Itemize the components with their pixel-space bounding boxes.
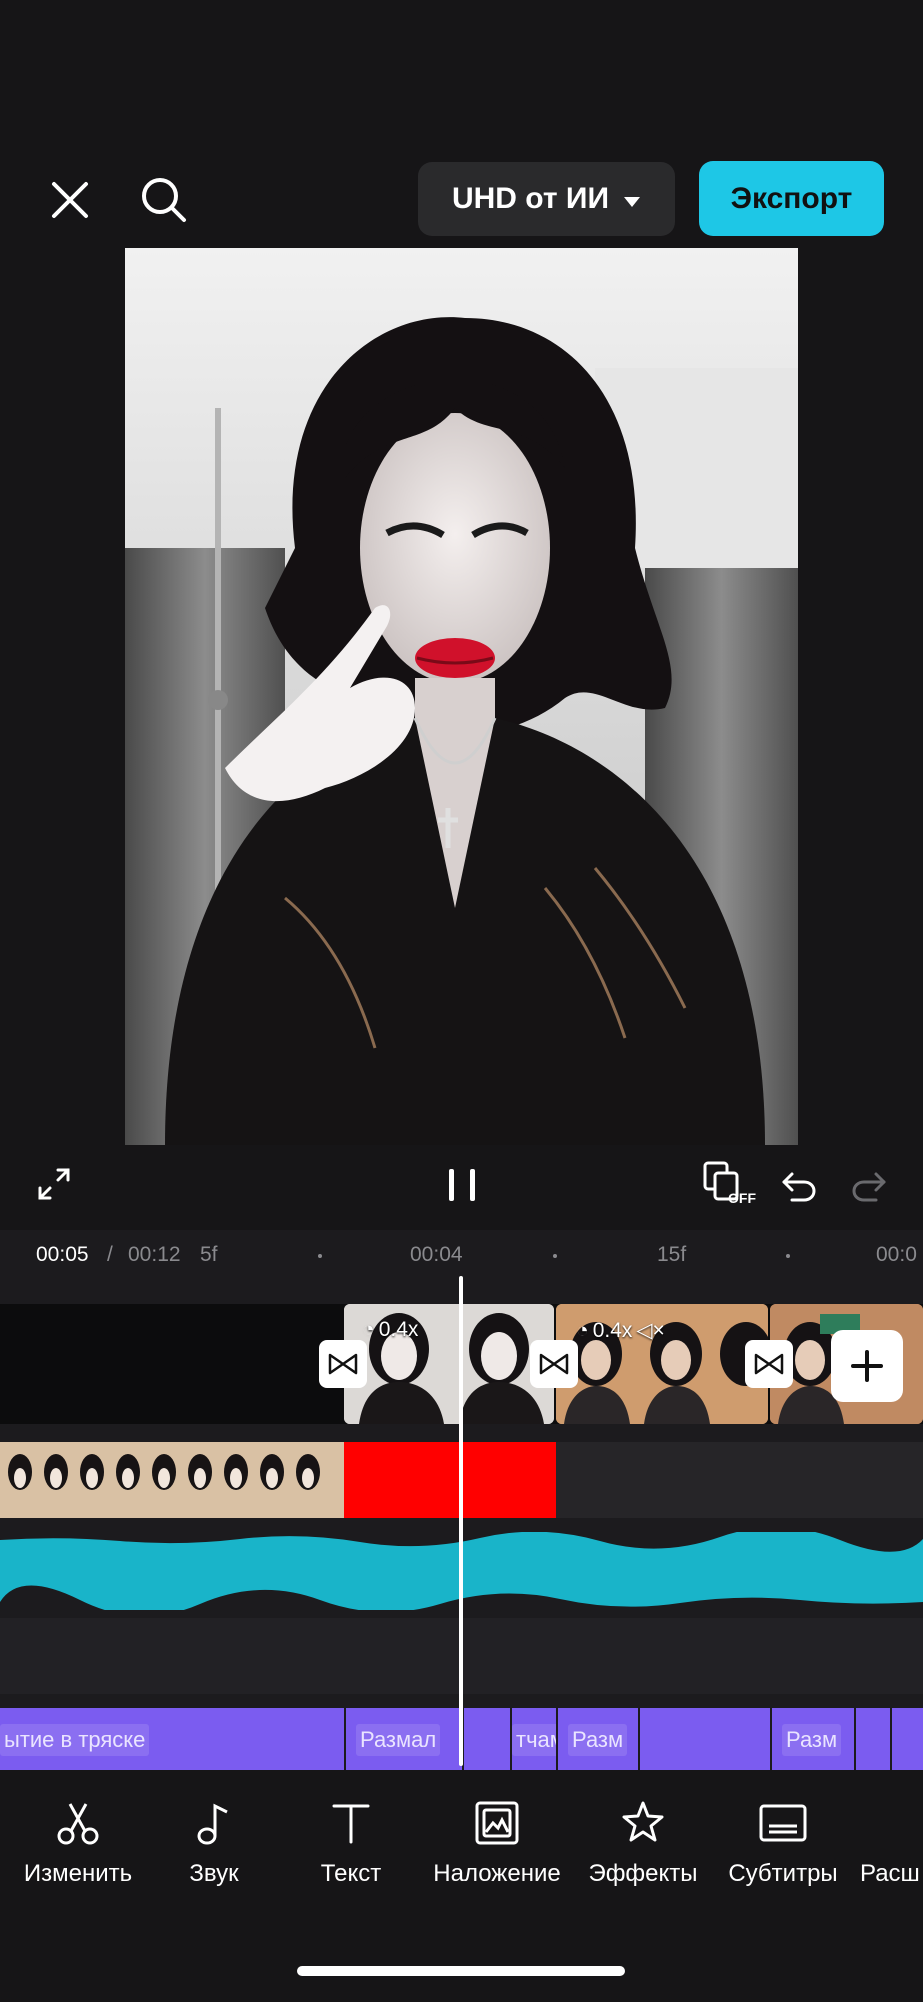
effect-label: ытие в тряске	[0, 1724, 150, 1756]
resolution-dropdown[interactable]: UHD от ИИ	[418, 162, 675, 236]
overlay-clip[interactable]	[0, 1442, 344, 1518]
effect-clip[interactable]	[854, 1708, 890, 1770]
text-icon	[332, 1804, 370, 1844]
search-icon[interactable]	[132, 168, 196, 232]
export-button[interactable]: Экспорт	[699, 161, 884, 236]
caret-down-icon	[623, 182, 641, 216]
ruler-tick: 00:0	[876, 1243, 917, 1266]
keyframe-off-icon[interactable]: OFF	[700, 1158, 756, 1210]
preview-frame-image	[125, 248, 798, 1145]
effect-label: Размал	[356, 1724, 441, 1756]
transition-icon[interactable]	[745, 1340, 793, 1388]
close-icon[interactable]	[40, 170, 100, 230]
keyframe-off-badge: OFF	[728, 1190, 756, 1206]
effect-clip[interactable]	[890, 1708, 923, 1770]
clip-speed-badge: ◔ 0.4x ◁×	[576, 1318, 665, 1343]
effect-clip[interactable]	[638, 1708, 770, 1770]
plus-icon	[851, 1350, 883, 1382]
effect-label: Разм	[782, 1724, 842, 1756]
timeline-ruler[interactable]: 00:05 / 00:12 5f 00:04 15f 00:0	[0, 1230, 923, 1280]
resolution-label: UHD от ИИ	[451, 182, 610, 215]
overlay-icon	[475, 1801, 519, 1845]
time-separator: /	[107, 1243, 113, 1266]
effect-clip[interactable]	[462, 1708, 510, 1770]
playhead[interactable]	[459, 1276, 463, 1766]
pause-icon[interactable]	[440, 1160, 484, 1210]
ruler-tick: 00:04	[410, 1243, 463, 1266]
effect-clip[interactable]: тчам	[510, 1708, 556, 1770]
tool-effects[interactable]: Эффекты	[573, 1798, 713, 1888]
overlay-thumbnail	[0, 1442, 344, 1518]
subtitles-icon	[759, 1804, 807, 1842]
tool-label: Звук	[189, 1860, 239, 1887]
clip-speed-label: 0.4x	[592, 1318, 633, 1342]
tool-overlay[interactable]: Наложение	[427, 1798, 567, 1888]
scissors-icon	[57, 1803, 99, 1845]
video-clip[interactable]: ◔ 0.4x	[344, 1304, 554, 1424]
home-indicator	[297, 1966, 625, 1976]
add-clip-button[interactable]	[831, 1330, 903, 1402]
tool-label: Эффекты	[588, 1860, 698, 1887]
tool-subtitles[interactable]: Субтитры	[713, 1798, 853, 1888]
current-time: 00:05	[36, 1243, 89, 1266]
ruler-tick: 5f	[200, 1243, 218, 1266]
speed-icon: ◔	[362, 1318, 375, 1341]
ruler-tick: 15f	[657, 1243, 687, 1266]
total-time: 00:12	[128, 1243, 181, 1266]
video-preview[interactable]	[125, 248, 798, 1145]
effect-clip[interactable]: Разм	[770, 1708, 854, 1770]
speed-icon: ◔	[576, 1318, 589, 1342]
tool-label: Субтитры	[728, 1860, 838, 1887]
expand-icon[interactable]	[30, 1160, 78, 1208]
red-overlay-clip[interactable]	[344, 1442, 556, 1518]
transition-icon[interactable]	[319, 1340, 367, 1388]
video-clip[interactable]: ◔ 0.4x ◁×	[556, 1304, 768, 1424]
tool-text[interactable]: Текст	[281, 1798, 421, 1888]
redo-icon[interactable]	[846, 1162, 892, 1208]
tool-label: Расш	[860, 1860, 920, 1887]
effect-label: Разм	[568, 1724, 628, 1756]
ruler-dot	[553, 1254, 557, 1258]
tool-label: Изменить	[23, 1860, 133, 1887]
music-note-icon	[197, 1803, 228, 1845]
transition-icon[interactable]	[530, 1340, 578, 1388]
effect-label: тчам	[512, 1724, 556, 1756]
star-effects-icon	[622, 1801, 664, 1842]
clip-speed-label: 0.4x	[378, 1318, 419, 1341]
effect-clip[interactable]: Разм	[556, 1708, 638, 1770]
tool-label: Наложение	[433, 1860, 561, 1887]
mute-icon: ◁×	[636, 1319, 665, 1342]
tool-extend[interactable]: Расш	[848, 1798, 923, 1888]
clip-speed-badge: ◔ 0.4x	[362, 1318, 418, 1342]
undo-icon[interactable]	[776, 1162, 822, 1208]
tool-audio[interactable]: Звук	[144, 1798, 284, 1888]
effect-clip[interactable]: Размал	[344, 1708, 462, 1770]
effect-clip[interactable]: ытие в тряске	[0, 1708, 344, 1770]
ruler-dot	[318, 1254, 322, 1258]
ruler-dot	[786, 1254, 790, 1258]
tool-edit[interactable]: Изменить	[8, 1798, 148, 1888]
tool-label: Текст	[320, 1860, 382, 1887]
